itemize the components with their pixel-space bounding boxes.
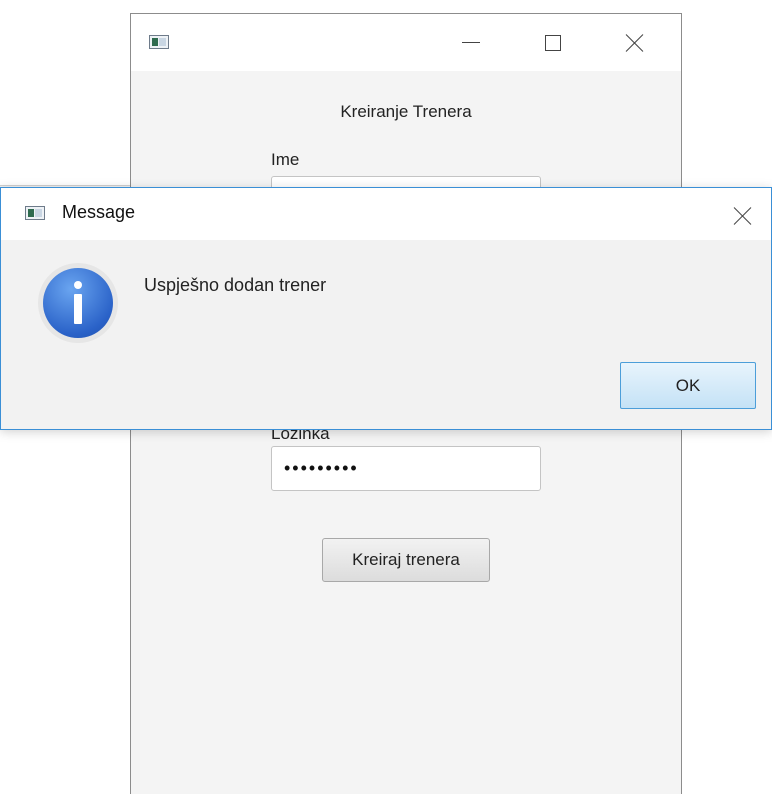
message-dialog: Message Uspješno dodan trener OK [0,187,772,430]
create-trainer-button[interactable]: Kreiraj trenera [322,538,490,582]
maximize-button[interactable] [525,14,581,71]
dialog-titlebar: Message [1,188,771,240]
app-window-icon [25,206,45,220]
page-title: Kreiranje Trenera [340,102,472,121]
dialog-message: Uspješno dodan trener [144,275,327,295]
info-icon [38,263,118,343]
close-icon [733,206,753,226]
ok-button[interactable]: OK [620,362,756,409]
dialog-title: Message [62,202,136,222]
dialog-close-button[interactable] [723,196,763,236]
main-titlebar [131,14,681,71]
app-window-icon [149,35,169,49]
maximize-icon [545,34,561,51]
password-input[interactable]: ••••••••• [271,446,541,491]
close-button[interactable] [607,14,663,71]
minimize-icon [462,42,480,43]
minimize-button[interactable] [443,14,499,71]
close-icon [625,33,645,53]
name-label: Ime [271,150,300,169]
